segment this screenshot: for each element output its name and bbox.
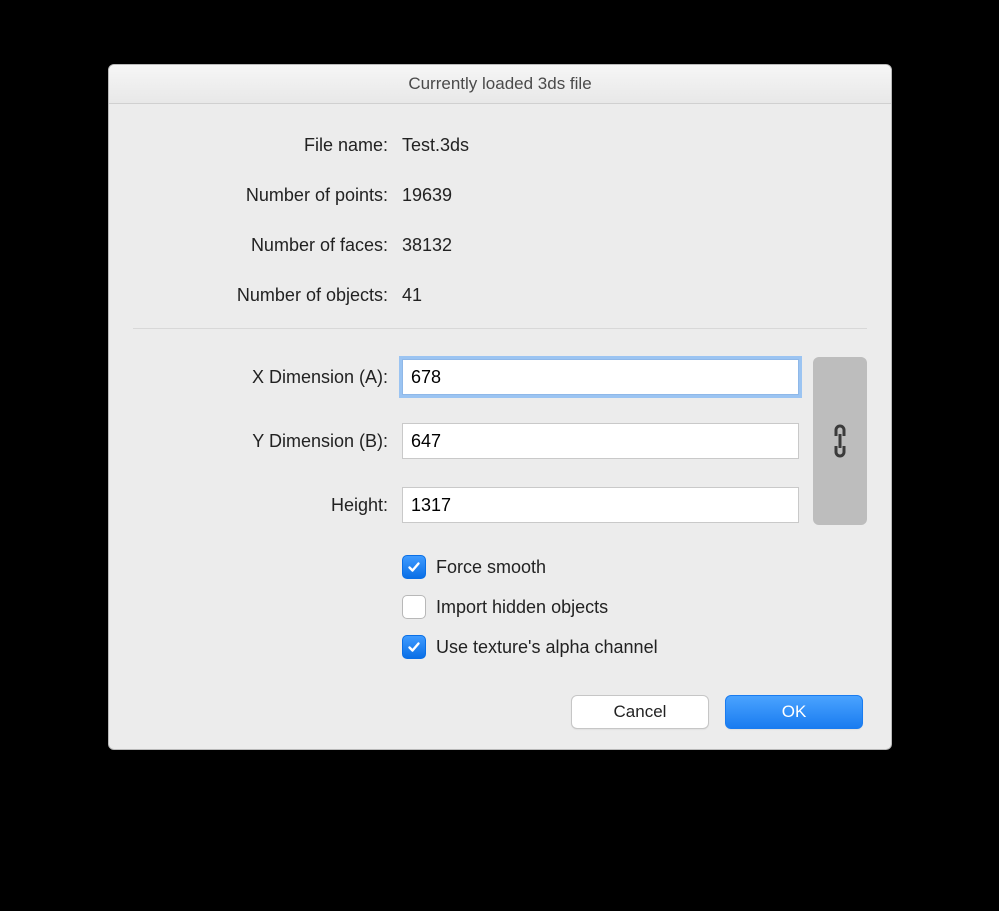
info-row-faces: Number of faces: 38132 [133, 220, 867, 270]
dialog-window: Currently loaded 3ds file File name: Tes… [108, 64, 892, 750]
height-label: Height: [133, 495, 402, 516]
dim-row-height: Height: [133, 473, 813, 537]
force-smooth-checkbox[interactable] [402, 555, 426, 579]
filename-value: Test.3ds [402, 135, 867, 156]
points-value: 19639 [402, 185, 867, 206]
dialog-title: Currently loaded 3ds file [109, 65, 891, 104]
dim-row-x: X Dimension (A): [133, 345, 813, 409]
objects-value: 41 [402, 285, 867, 306]
info-row-points: Number of points: 19639 [133, 170, 867, 220]
check-row-import-hidden: Import hidden objects [133, 587, 867, 627]
y-dimension-input[interactable] [402, 423, 799, 459]
check-row-use-alpha: Use texture's alpha channel [133, 627, 867, 667]
x-dimension-input[interactable] [402, 359, 799, 395]
cancel-button[interactable]: Cancel [571, 695, 709, 729]
link-dimensions-button[interactable] [813, 357, 867, 525]
points-label: Number of points: [133, 185, 402, 206]
dim-row-y: Y Dimension (B): [133, 409, 813, 473]
x-dimension-label: X Dimension (A): [133, 367, 402, 388]
import-hidden-label: Import hidden objects [436, 597, 608, 618]
check-icon [407, 640, 421, 654]
faces-value: 38132 [402, 235, 867, 256]
check-row-force-smooth: Force smooth [133, 547, 867, 587]
import-hidden-checkbox[interactable] [402, 595, 426, 619]
chain-link-icon [829, 422, 851, 460]
check-icon [407, 560, 421, 574]
force-smooth-label: Force smooth [436, 557, 546, 578]
ok-button[interactable]: OK [725, 695, 863, 729]
y-dimension-label: Y Dimension (B): [133, 431, 402, 452]
info-row-filename: File name: Test.3ds [133, 120, 867, 170]
use-alpha-label: Use texture's alpha channel [436, 637, 658, 658]
objects-label: Number of objects: [133, 285, 402, 306]
height-input[interactable] [402, 487, 799, 523]
use-alpha-checkbox[interactable] [402, 635, 426, 659]
info-row-objects: Number of objects: 41 [133, 270, 867, 320]
filename-label: File name: [133, 135, 402, 156]
divider [133, 328, 867, 329]
faces-label: Number of faces: [133, 235, 402, 256]
